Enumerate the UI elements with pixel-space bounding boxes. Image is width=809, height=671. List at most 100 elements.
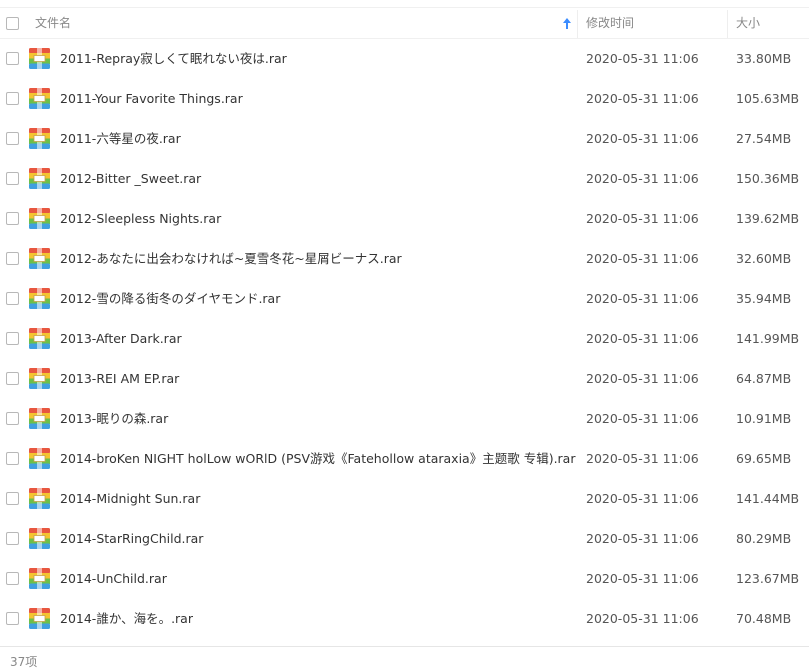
file-size: 141.44MB (736, 491, 800, 506)
file-row[interactable]: 2012-Sleepless Nights.rar 2020-05-31 11:0… (0, 199, 809, 239)
column-header-name[interactable]: 文件名 (35, 8, 71, 39)
rar-archive-icon (29, 168, 50, 189)
file-name[interactable]: 2013-眠りの森.rar (60, 399, 168, 439)
file-modified-time: 2020-05-31 11:06 (586, 491, 699, 506)
file-modified-time: 2020-05-31 11:06 (586, 331, 699, 346)
file-row[interactable]: 2013-After Dark.rar 2020-05-31 11:06 141.9… (0, 319, 809, 359)
file-size: 35.94MB (736, 291, 792, 306)
file-size: 105.63MB (736, 91, 800, 106)
sort-ascending-arrow-icon[interactable] (562, 17, 572, 30)
rar-archive-icon (29, 48, 50, 69)
rar-archive-icon (29, 568, 50, 589)
file-modified-time: 2020-05-31 11:06 (586, 291, 699, 306)
file-size: 139.62MB (736, 211, 800, 226)
file-row[interactable]: 2013-眠りの森.rar 2020-05-31 11:06 10.91MB (0, 399, 809, 439)
file-modified-time: 2020-05-31 11:06 (586, 91, 699, 106)
file-row[interactable]: 2014-UnChild.rar 2020-05-31 11:06 123.67MB (0, 559, 809, 599)
column-divider[interactable] (577, 10, 578, 38)
row-checkbox[interactable] (6, 212, 19, 225)
row-checkbox[interactable] (6, 52, 19, 65)
row-checkbox[interactable] (6, 572, 19, 585)
file-name[interactable]: 2011-Repray寂しくて眠れない夜は.rar (60, 39, 287, 79)
file-name[interactable]: 2012-Bitter _Sweet.rar (60, 159, 201, 199)
row-checkbox[interactable] (6, 532, 19, 545)
row-checkbox[interactable] (6, 252, 19, 265)
rar-archive-icon (29, 448, 50, 469)
file-row[interactable]: 2014-broKen NIGHT holLow wORlD (PSV游戏《Fa… (0, 439, 809, 479)
column-header-size[interactable]: 大小 (736, 8, 760, 39)
rar-archive-icon (29, 608, 50, 629)
file-modified-time: 2020-05-31 11:06 (586, 371, 699, 386)
file-modified-time: 2020-05-31 11:06 (586, 411, 699, 426)
file-modified-time: 2020-05-31 11:06 (586, 531, 699, 546)
file-name[interactable]: 2014-UnChild.rar (60, 559, 167, 599)
rar-archive-icon (29, 248, 50, 269)
file-size: 70.48MB (736, 611, 792, 626)
file-modified-time: 2020-05-31 11:06 (586, 211, 699, 226)
file-size: 123.67MB (736, 571, 800, 586)
file-row[interactable]: 2013-REI AM EP.rar 2020-05-31 11:06 64.87M… (0, 359, 809, 399)
file-name[interactable]: 2012-あなたに出会わなければ~夏雪冬花~星屑ビーナス.rar (60, 239, 402, 279)
file-name[interactable]: 2014-broKen NIGHT holLow wORlD (PSV游戏《Fa… (60, 439, 575, 479)
file-modified-time: 2020-05-31 11:06 (586, 51, 699, 66)
file-name[interactable]: 2013-After Dark.rar (60, 319, 182, 359)
row-checkbox[interactable] (6, 92, 19, 105)
file-modified-time: 2020-05-31 11:06 (586, 171, 699, 186)
file-size: 141.99MB (736, 331, 800, 346)
item-count: 37项 (10, 655, 38, 669)
rar-archive-icon (29, 328, 50, 349)
file-row[interactable]: 2011-Repray寂しくて眠れない夜は.rar 2020-05-31 11:0… (0, 39, 809, 79)
row-checkbox[interactable] (6, 172, 19, 185)
rar-archive-icon (29, 128, 50, 149)
select-all-checkbox[interactable] (6, 17, 19, 30)
status-bar: 37项 (0, 646, 809, 671)
file-row[interactable]: 2012-雪の降る街冬のダイヤモンド.rar 2020-05-31 11:06 35… (0, 279, 809, 319)
file-name[interactable]: 2013-REI AM EP.rar (60, 359, 179, 399)
rar-archive-icon (29, 408, 50, 429)
file-size: 80.29MB (736, 531, 792, 546)
row-checkbox[interactable] (6, 612, 19, 625)
file-size: 69.65MB (736, 451, 792, 466)
rar-archive-icon (29, 368, 50, 389)
file-name[interactable]: 2012-Sleepless Nights.rar (60, 199, 221, 239)
row-checkbox[interactable] (6, 492, 19, 505)
file-row[interactable]: 2011-六等星の夜.rar 2020-05-31 11:06 27.54MB (0, 119, 809, 159)
column-header-modified-time[interactable]: 修改时间 (586, 8, 634, 39)
file-size: 32.60MB (736, 251, 792, 266)
file-size: 64.87MB (736, 371, 792, 386)
file-name[interactable]: 2011-六等星の夜.rar (60, 119, 181, 159)
file-name[interactable]: 2014-誰か、海を。.rar (60, 599, 193, 639)
file-name[interactable]: 2014-StarRingChild.rar (60, 519, 203, 559)
rar-archive-icon (29, 88, 50, 109)
file-row[interactable]: 2011-Your Favorite Things.rar 2020-05-31 … (0, 79, 809, 119)
file-list: 文件名 修改时间 大小 2011-Repray寂しくて眠れない夜は.rar 202… (0, 0, 809, 646)
file-size: 27.54MB (736, 131, 792, 146)
file-row[interactable]: 2012-Bitter _Sweet.rar 2020-05-31 11:06 15… (0, 159, 809, 199)
rar-archive-icon (29, 288, 50, 309)
file-size: 150.36MB (736, 171, 800, 186)
file-row[interactable]: 2014-Midnight Sun.rar 2020-05-31 11:06 141… (0, 479, 809, 519)
row-checkbox[interactable] (6, 372, 19, 385)
rar-archive-icon (29, 208, 50, 229)
rar-archive-icon (29, 488, 50, 509)
file-modified-time: 2020-05-31 11:06 (586, 571, 699, 586)
file-row[interactable]: 2014-StarRingChild.rar 2020-05-31 11:06 80… (0, 519, 809, 559)
file-modified-time: 2020-05-31 11:06 (586, 451, 699, 466)
column-divider[interactable] (727, 10, 728, 38)
row-checkbox[interactable] (6, 412, 19, 425)
file-row[interactable]: 2012-あなたに出会わなければ~夏雪冬花~星屑ビーナス.rar 2020-05-… (0, 239, 809, 279)
file-name[interactable]: 2011-Your Favorite Things.rar (60, 79, 243, 119)
file-name[interactable]: 2012-雪の降る街冬のダイヤモンド.rar (60, 279, 280, 319)
list-header: 文件名 修改时间 大小 (0, 7, 809, 39)
row-checkbox[interactable] (6, 332, 19, 345)
file-modified-time: 2020-05-31 11:06 (586, 131, 699, 146)
file-row[interactable]: 2014-誰か、海を。.rar 2020-05-31 11:06 70.48MB (0, 599, 809, 639)
file-modified-time: 2020-05-31 11:06 (586, 611, 699, 626)
row-checkbox[interactable] (6, 132, 19, 145)
row-checkbox[interactable] (6, 452, 19, 465)
file-name[interactable]: 2014-Midnight Sun.rar (60, 479, 200, 519)
file-modified-time: 2020-05-31 11:06 (586, 251, 699, 266)
file-size: 10.91MB (736, 411, 792, 426)
row-checkbox[interactable] (6, 292, 19, 305)
rar-archive-icon (29, 528, 50, 549)
